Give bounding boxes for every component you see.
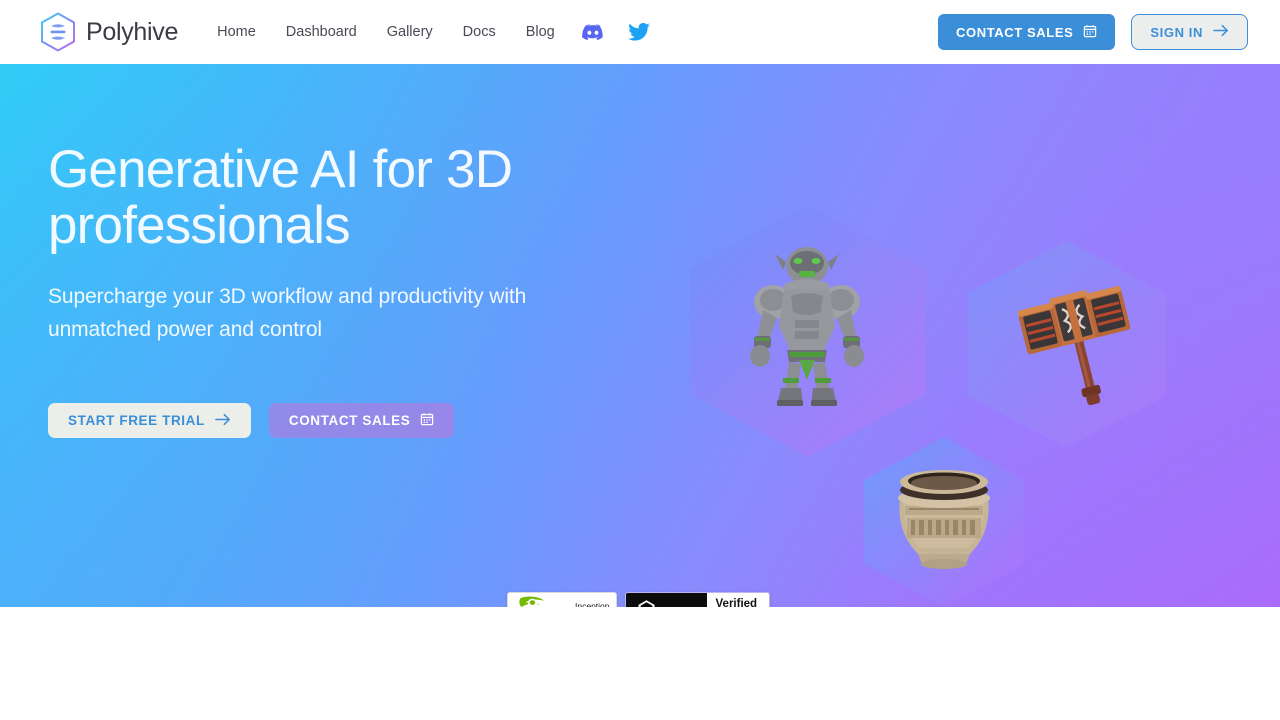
calendar-icon	[1083, 24, 1097, 41]
site-header: Polyhive Home Dashboard Gallery Docs Blo…	[0, 0, 1280, 64]
unity-wordmark: Unity	[663, 604, 697, 608]
nvidia-program-line1: Inception	[575, 600, 610, 607]
nav-link-home[interactable]: Home	[202, 16, 271, 48]
below-fold-area	[0, 607, 1280, 720]
hero-contact-sales-button[interactable]: CONTACT SALES	[268, 403, 455, 439]
asset-ancient-pot	[888, 462, 1000, 575]
twitter-icon[interactable]	[616, 15, 662, 49]
unity-logo-icon	[636, 599, 657, 607]
nvidia-inception-badge[interactable]: NVIDIA Inception Program	[507, 592, 617, 607]
nav-link-blog[interactable]: Blog	[511, 16, 570, 48]
hero-cta-group: START FREE TRIAL CONTACT SALES	[48, 403, 668, 439]
polyhive-hexagon-logo-icon	[40, 12, 76, 52]
nav-link-gallery[interactable]: Gallery	[372, 16, 448, 48]
arrow-right-icon	[214, 413, 231, 429]
primary-nav: Home Dashboard Gallery Docs Blog	[202, 15, 662, 49]
partner-badges: NVIDIA Inception Program Unity	[507, 592, 770, 607]
hero-contact-sales-label: CONTACT SALES	[288, 413, 411, 429]
sign-in-label: SIGN IN	[1150, 24, 1203, 40]
brand-logo-link[interactable]: Polyhive	[40, 12, 178, 52]
asset-orc-character	[727, 240, 887, 415]
unity-verified-line1: Verified	[715, 597, 758, 607]
asset-war-hammer	[1017, 272, 1138, 417]
discord-icon[interactable]	[570, 16, 616, 49]
arrow-right-icon	[1213, 24, 1229, 40]
unity-verified-solution-badge[interactable]: Unity Verified Solution	[625, 592, 770, 607]
header-contact-sales-label: CONTACT SALES	[956, 24, 1074, 40]
nav-link-dashboard[interactable]: Dashboard	[271, 16, 372, 48]
nvidia-eye-logo-icon	[517, 595, 557, 607]
header-actions: CONTACT SALES SIGN IN	[938, 0, 1248, 64]
nav-link-docs[interactable]: Docs	[448, 16, 511, 48]
header-contact-sales-button[interactable]: CONTACT SALES	[938, 14, 1116, 50]
hero-title: Generative AI for 3D professionals	[48, 140, 513, 256]
calendar-icon	[420, 412, 434, 429]
hero-subtitle: Supercharge your 3D workflow and product…	[48, 285, 527, 341]
brand-name: Polyhive	[86, 17, 179, 46]
hero-section: Generative AI for 3D professionals Super…	[0, 64, 1280, 607]
hero-copy: Generative AI for 3D professionals Super…	[48, 140, 668, 439]
start-free-trial-label: START FREE TRIAL	[68, 413, 205, 429]
sign-in-button[interactable]: SIGN IN	[1131, 14, 1248, 50]
start-free-trial-button[interactable]: START FREE TRIAL	[48, 403, 251, 439]
